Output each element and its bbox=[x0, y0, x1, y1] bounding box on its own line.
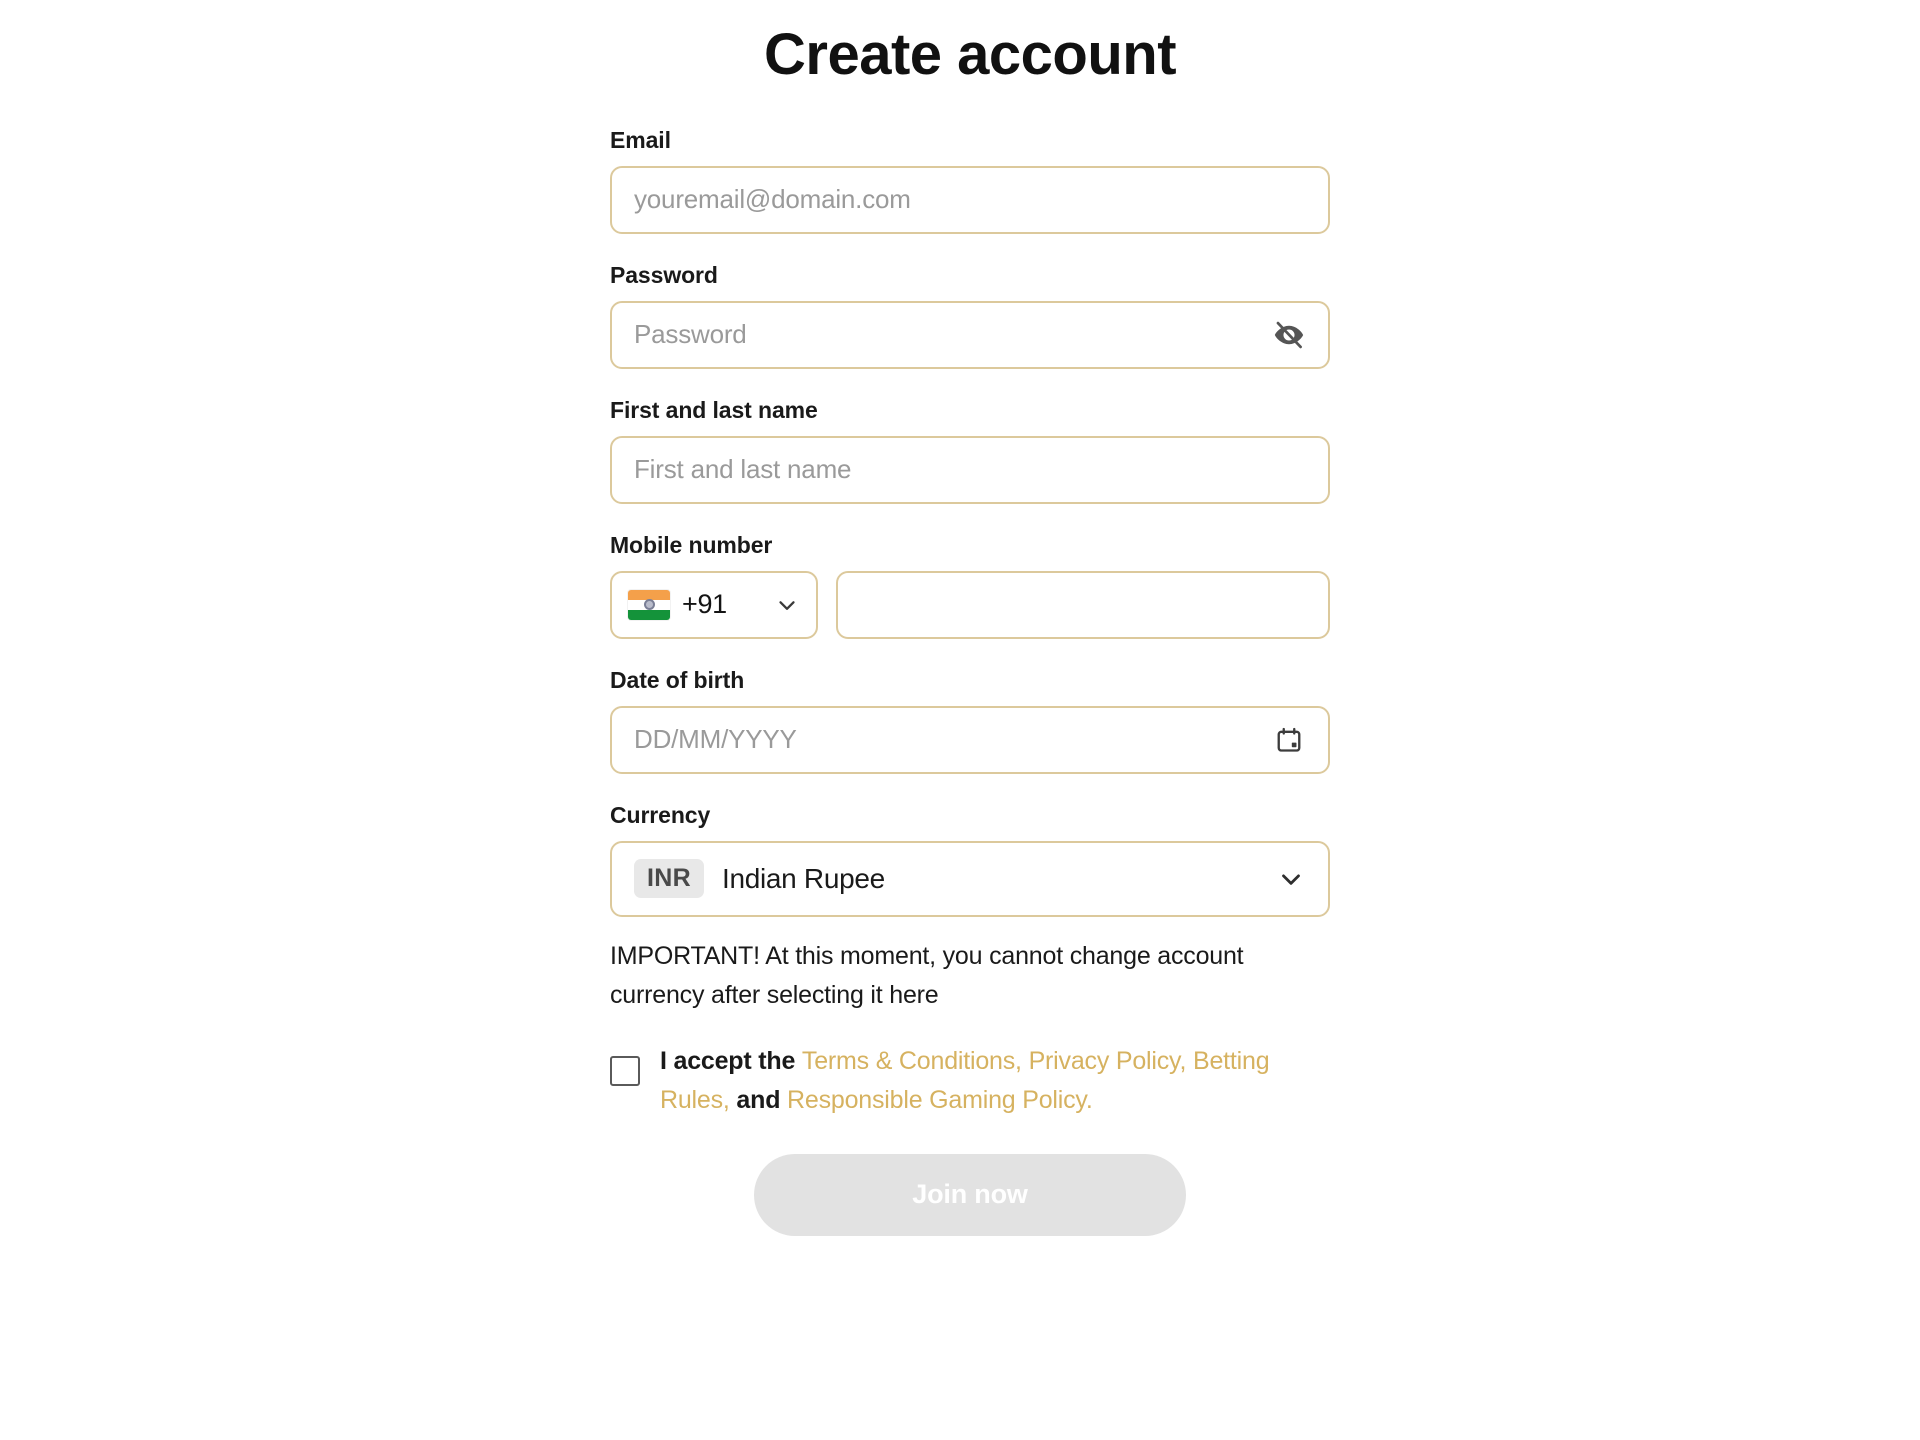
terms-lead: I accept the bbox=[660, 1046, 802, 1075]
join-now-button[interactable]: Join now bbox=[754, 1153, 1186, 1236]
privacy-policy-link[interactable]: Privacy Policy, bbox=[1029, 1047, 1187, 1075]
terms-checkbox[interactable] bbox=[610, 1055, 640, 1086]
chevron-down-icon[interactable] bbox=[1276, 864, 1306, 894]
submit-row: Join now bbox=[610, 1153, 1330, 1236]
terms-space-1 bbox=[1022, 1047, 1029, 1075]
email-input[interactable]: youremail@domain.com bbox=[634, 184, 911, 215]
field-full-name: First and last name First and last name bbox=[610, 397, 1330, 504]
currency-notice: IMPORTANT! At this moment, you cannot ch… bbox=[610, 941, 1244, 1010]
field-email: Email youremail@domain.com bbox=[610, 127, 1330, 234]
field-currency: Currency INR Indian Rupee bbox=[610, 802, 1330, 917]
mobile-row: +91 bbox=[610, 570, 1330, 639]
mobile-label: Mobile number bbox=[610, 531, 773, 558]
signup-form: Create account Email youremail@domain.co… bbox=[610, 0, 1330, 1236]
phone-number-input[interactable] bbox=[836, 570, 1330, 639]
responsible-gaming-link[interactable]: Responsible Gaming Policy. bbox=[787, 1086, 1093, 1114]
terms-and: and bbox=[729, 1085, 788, 1114]
currency-label: Currency bbox=[610, 801, 711, 828]
currency-code-badge: INR bbox=[634, 859, 704, 899]
terms-conditions-link[interactable]: Terms & Conditions, bbox=[802, 1047, 1022, 1075]
india-flag-icon bbox=[628, 589, 670, 620]
full-name-label: First and last name bbox=[610, 396, 818, 423]
email-label: Email bbox=[610, 126, 671, 153]
full-name-input-container[interactable]: First and last name bbox=[610, 435, 1330, 504]
field-password: Password Password bbox=[610, 262, 1330, 369]
dob-input[interactable]: DD/MM/YYYY bbox=[634, 724, 797, 755]
calendar-icon[interactable] bbox=[1274, 725, 1304, 755]
chevron-down-icon[interactable] bbox=[774, 592, 800, 618]
currency-name-label: Indian Rupee bbox=[721, 862, 885, 894]
country-code-select[interactable]: +91 bbox=[610, 570, 818, 639]
password-input-container[interactable]: Password bbox=[610, 300, 1330, 369]
terms-row: I accept the Terms & Conditions, Privacy… bbox=[610, 1042, 1330, 1120]
full-name-input[interactable]: First and last name bbox=[634, 454, 851, 485]
create-account-page: Create account Email youremail@domain.co… bbox=[0, 0, 1920, 1440]
dial-code-label: +91 bbox=[682, 589, 727, 620]
terms-text: I accept the Terms & Conditions, Privacy… bbox=[660, 1042, 1330, 1120]
eye-off-icon[interactable] bbox=[1272, 318, 1306, 352]
password-input[interactable]: Password bbox=[634, 319, 747, 350]
email-input-container[interactable]: youremail@domain.com bbox=[610, 165, 1330, 234]
field-mobile: Mobile number +91 bbox=[610, 532, 1330, 639]
password-label: Password bbox=[610, 261, 718, 288]
field-date-of-birth: Date of birth DD/MM/YYYY bbox=[610, 667, 1330, 774]
currency-select[interactable]: INR Indian Rupee bbox=[610, 840, 1330, 917]
dob-input-container[interactable]: DD/MM/YYYY bbox=[610, 705, 1330, 774]
dob-label: Date of birth bbox=[610, 666, 745, 693]
page-title: Create account bbox=[763, 22, 1177, 87]
